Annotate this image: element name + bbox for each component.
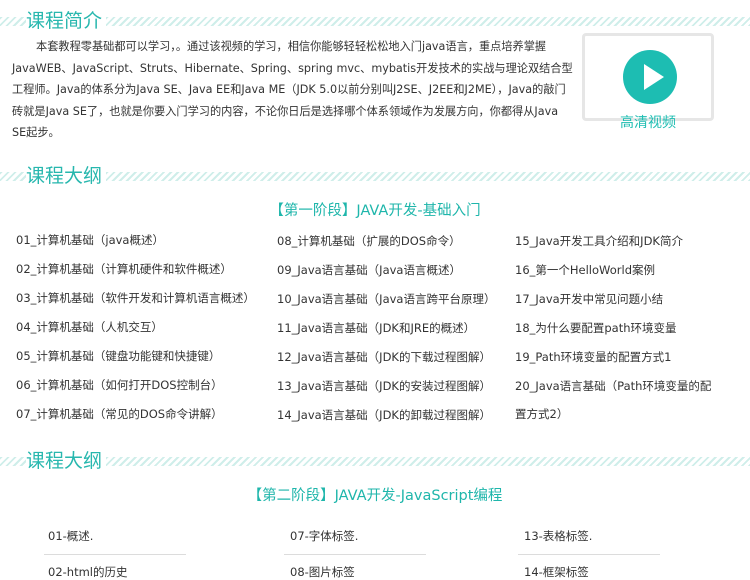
divider [284, 554, 426, 555]
divider [44, 554, 186, 555]
lesson-item[interactable]: 08-图片标签 [290, 564, 355, 580]
lesson-item[interactable]: 14-框架标签 [524, 564, 589, 580]
lesson-item[interactable]: 01-概述. [48, 528, 93, 544]
outline1-heading: 课程大纲 [26, 163, 107, 189]
intro-heading: 课程简介 [26, 8, 107, 34]
lesson-item[interactable]: 07-字体标签. [290, 528, 358, 544]
divider [518, 554, 660, 555]
outline2-heading: 课程大纲 [26, 448, 107, 474]
lesson-item[interactable]: 13-表格标签. [524, 528, 592, 544]
phase2-lessons: 01-概述. 07-字体标签. 13-表格标签. 02-html的历史 08-图… [0, 0, 750, 579]
lesson-item[interactable]: 02-html的历史 [48, 564, 127, 580]
